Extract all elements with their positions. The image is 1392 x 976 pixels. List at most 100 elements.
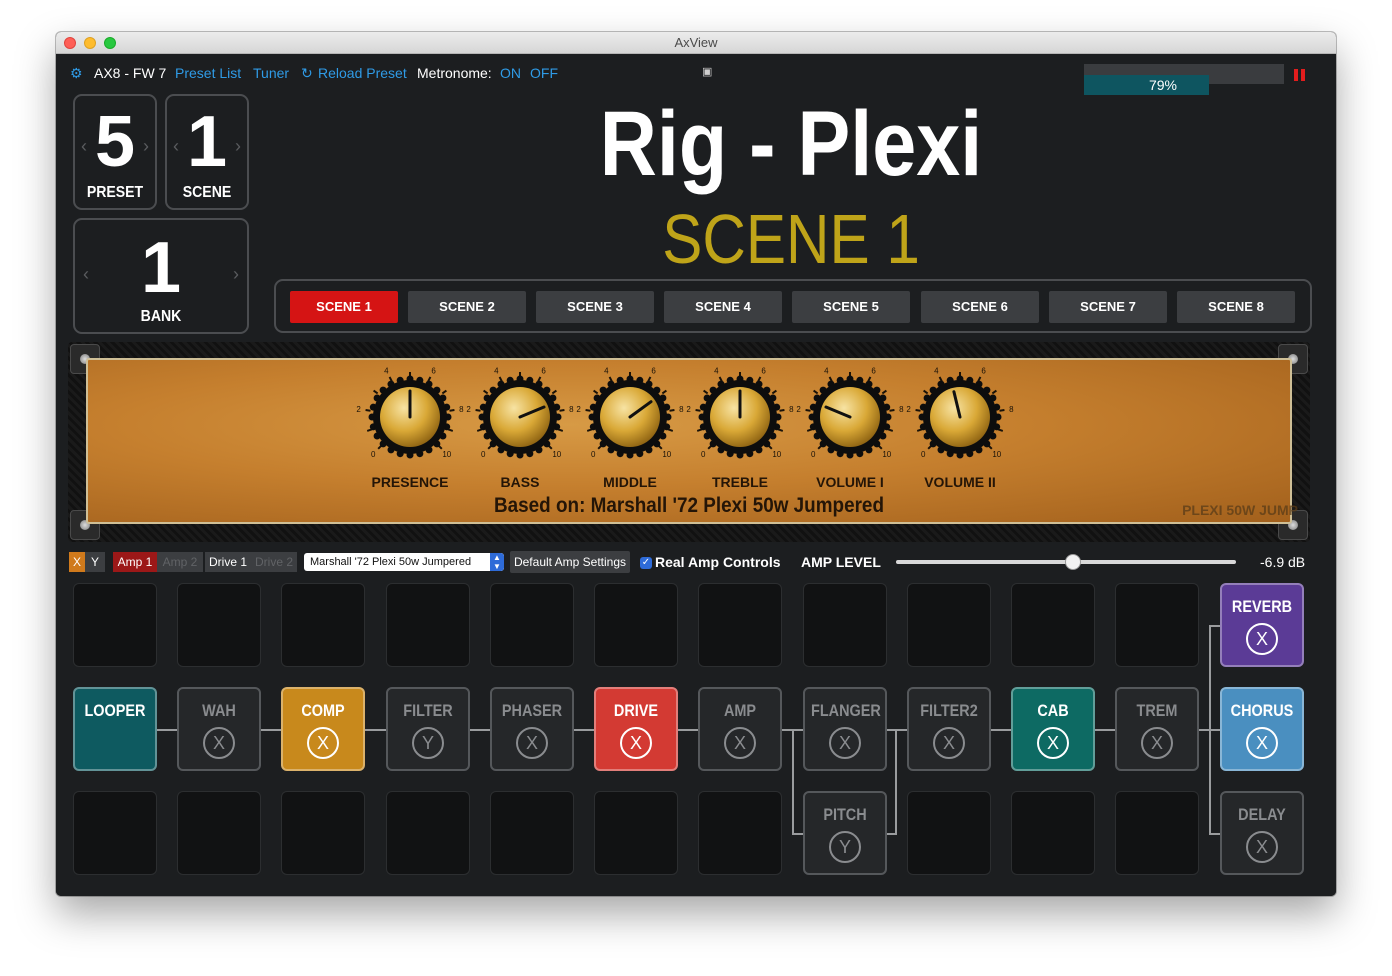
zoom-window-button[interactable] — [104, 37, 116, 49]
empty-block-slot[interactable] — [1011, 583, 1095, 667]
reload-icon[interactable]: ↻ — [301, 65, 313, 82]
default-amp-settings-button[interactable]: Default Amp Settings — [510, 551, 630, 573]
scene-8-button[interactable]: SCENE 8 — [1177, 291, 1295, 323]
empty-block-slot[interactable] — [907, 791, 991, 875]
xy-state-toggle[interactable]: X — [1141, 727, 1173, 759]
reverb-block[interactable]: REVERB X — [1220, 583, 1304, 667]
svg-text:4: 4 — [824, 367, 829, 376]
knob-volume-ii[interactable]: 0 2 4 6 8 10 — [905, 362, 1015, 472]
reload-preset-link[interactable]: Reload Preset — [318, 65, 407, 81]
drive1-tab[interactable]: Drive 1 — [205, 552, 251, 572]
block-name: FILTER — [403, 701, 453, 720]
x-toggle-button[interactable]: X — [69, 552, 85, 572]
wah-block[interactable]: WAH X — [177, 687, 261, 771]
filter-block[interactable]: FILTER Y — [386, 687, 470, 771]
empty-block-slot[interactable] — [281, 791, 365, 875]
amp-level-slider-handle[interactable] — [1064, 554, 1081, 570]
knob-presence[interactable]: 0 2 4 6 8 10 — [355, 362, 465, 472]
delay-block[interactable]: DELAY X — [1220, 791, 1304, 875]
scene-7-button[interactable]: SCENE 7 — [1049, 291, 1167, 323]
amp2-tab[interactable]: Amp 2 — [157, 552, 203, 572]
chorus-block[interactable]: CHORUS X — [1220, 687, 1304, 771]
svg-text:6: 6 — [651, 367, 656, 376]
preset-counter[interactable]: ‹ › 5 PRESET — [73, 94, 157, 210]
pause-icon[interactable] — [1294, 69, 1306, 81]
cab-block[interactable]: CAB X — [1011, 687, 1095, 771]
y-toggle-button[interactable]: Y — [85, 552, 105, 572]
scene-5-button[interactable]: SCENE 5 — [792, 291, 910, 323]
lock-icon[interactable]: ▣ — [702, 65, 712, 78]
empty-block-slot[interactable] — [907, 583, 991, 667]
empty-block-slot[interactable] — [490, 791, 574, 875]
xy-state-toggle[interactable]: X — [933, 727, 965, 759]
empty-block-slot[interactable] — [1115, 583, 1199, 667]
scene-counter[interactable]: ‹ › 1 SCENE — [165, 94, 249, 210]
amp-block[interactable]: AMP X — [698, 687, 782, 771]
pitch-block[interactable]: PITCH Y — [803, 791, 887, 875]
real-amp-controls-checkbox[interactable]: ✓ — [640, 557, 652, 569]
xy-state-toggle[interactable]: X — [1246, 623, 1278, 655]
drive-block[interactable]: DRIVE X — [594, 687, 678, 771]
xy-state-toggle[interactable]: X — [1037, 727, 1069, 759]
empty-block-slot[interactable] — [1011, 791, 1095, 875]
xy-state-toggle[interactable]: X — [1246, 831, 1278, 863]
amp1-tab[interactable]: Amp 1 — [113, 552, 157, 572]
empty-block-slot[interactable] — [281, 583, 365, 667]
preset-list-link[interactable]: Preset List — [175, 65, 241, 81]
svg-text:0: 0 — [921, 450, 926, 459]
empty-block-slot[interactable] — [177, 583, 261, 667]
metronome-on-button[interactable]: ON — [500, 65, 521, 81]
comp-block[interactable]: COMP X — [281, 687, 365, 771]
xy-state-toggle[interactable]: X — [829, 727, 861, 759]
xy-state-toggle[interactable]: Y — [829, 831, 861, 863]
empty-block-slot[interactable] — [698, 791, 782, 875]
gear-icon[interactable]: ⚙ — [70, 65, 83, 82]
xy-state-toggle[interactable]: Y — [412, 727, 444, 759]
empty-block-slot[interactable] — [490, 583, 574, 667]
empty-block-slot[interactable] — [803, 583, 887, 667]
xy-state-toggle[interactable]: X — [724, 727, 756, 759]
drive2-tab[interactable]: Drive 2 — [251, 552, 297, 572]
empty-block-slot[interactable] — [177, 791, 261, 875]
empty-block-slot[interactable] — [73, 583, 157, 667]
minimize-window-button[interactable] — [84, 37, 96, 49]
knob-label: BASS — [500, 474, 540, 490]
trem-block[interactable]: TREM X — [1115, 687, 1199, 771]
knob-middle[interactable]: 0 2 4 6 8 10 — [575, 362, 685, 472]
knob-volume-i[interactable]: 0 2 4 6 8 10 — [795, 362, 905, 472]
svg-text:10: 10 — [552, 450, 561, 459]
looper-block[interactable]: LOOPER — [73, 687, 157, 771]
scene-4-button[interactable]: SCENE 4 — [664, 291, 782, 323]
flanger-block[interactable]: FLANGER X — [803, 687, 887, 771]
svg-text:2: 2 — [906, 405, 911, 414]
close-window-button[interactable] — [64, 37, 76, 49]
scene-6-button[interactable]: SCENE 6 — [921, 291, 1039, 323]
knob-treble[interactable]: 0 2 4 6 8 10 — [685, 362, 795, 472]
empty-block-slot[interactable] — [73, 791, 157, 875]
scene-1-button[interactable]: SCENE 1 — [290, 291, 398, 323]
scene-2-button[interactable]: SCENE 2 — [408, 291, 526, 323]
empty-block-slot[interactable] — [698, 583, 782, 667]
xy-state-toggle[interactable]: X — [1246, 727, 1278, 759]
knob-label: VOLUME I — [816, 474, 884, 490]
metronome-off-button[interactable]: OFF — [530, 65, 558, 81]
empty-block-slot[interactable] — [1115, 791, 1199, 875]
knob-bass[interactable]: 0 2 4 6 8 10 — [465, 362, 575, 472]
tuner-link[interactable]: Tuner — [253, 65, 289, 81]
xy-state-toggle[interactable]: X — [516, 727, 548, 759]
xy-state-toggle[interactable]: X — [307, 727, 339, 759]
amp-model-select[interactable]: Marshall '72 Plexi 50w Jumpered ▲ ▼ — [304, 553, 504, 571]
xy-state-toggle[interactable]: X — [203, 727, 235, 759]
scene-3-button[interactable]: SCENE 3 — [536, 291, 654, 323]
empty-block-slot[interactable] — [386, 791, 470, 875]
bank-counter[interactable]: ‹ › 1 BANK — [73, 218, 249, 334]
empty-block-slot[interactable] — [386, 583, 470, 667]
svg-text:10: 10 — [992, 450, 1001, 459]
xy-state-toggle[interactable]: X — [620, 727, 652, 759]
phaser-block[interactable]: PHASER X — [490, 687, 574, 771]
signal-cable — [1095, 729, 1115, 731]
signal-cable — [1209, 833, 1220, 835]
empty-block-slot[interactable] — [594, 791, 678, 875]
filter2-block[interactable]: FILTER2 X — [907, 687, 991, 771]
empty-block-slot[interactable] — [594, 583, 678, 667]
